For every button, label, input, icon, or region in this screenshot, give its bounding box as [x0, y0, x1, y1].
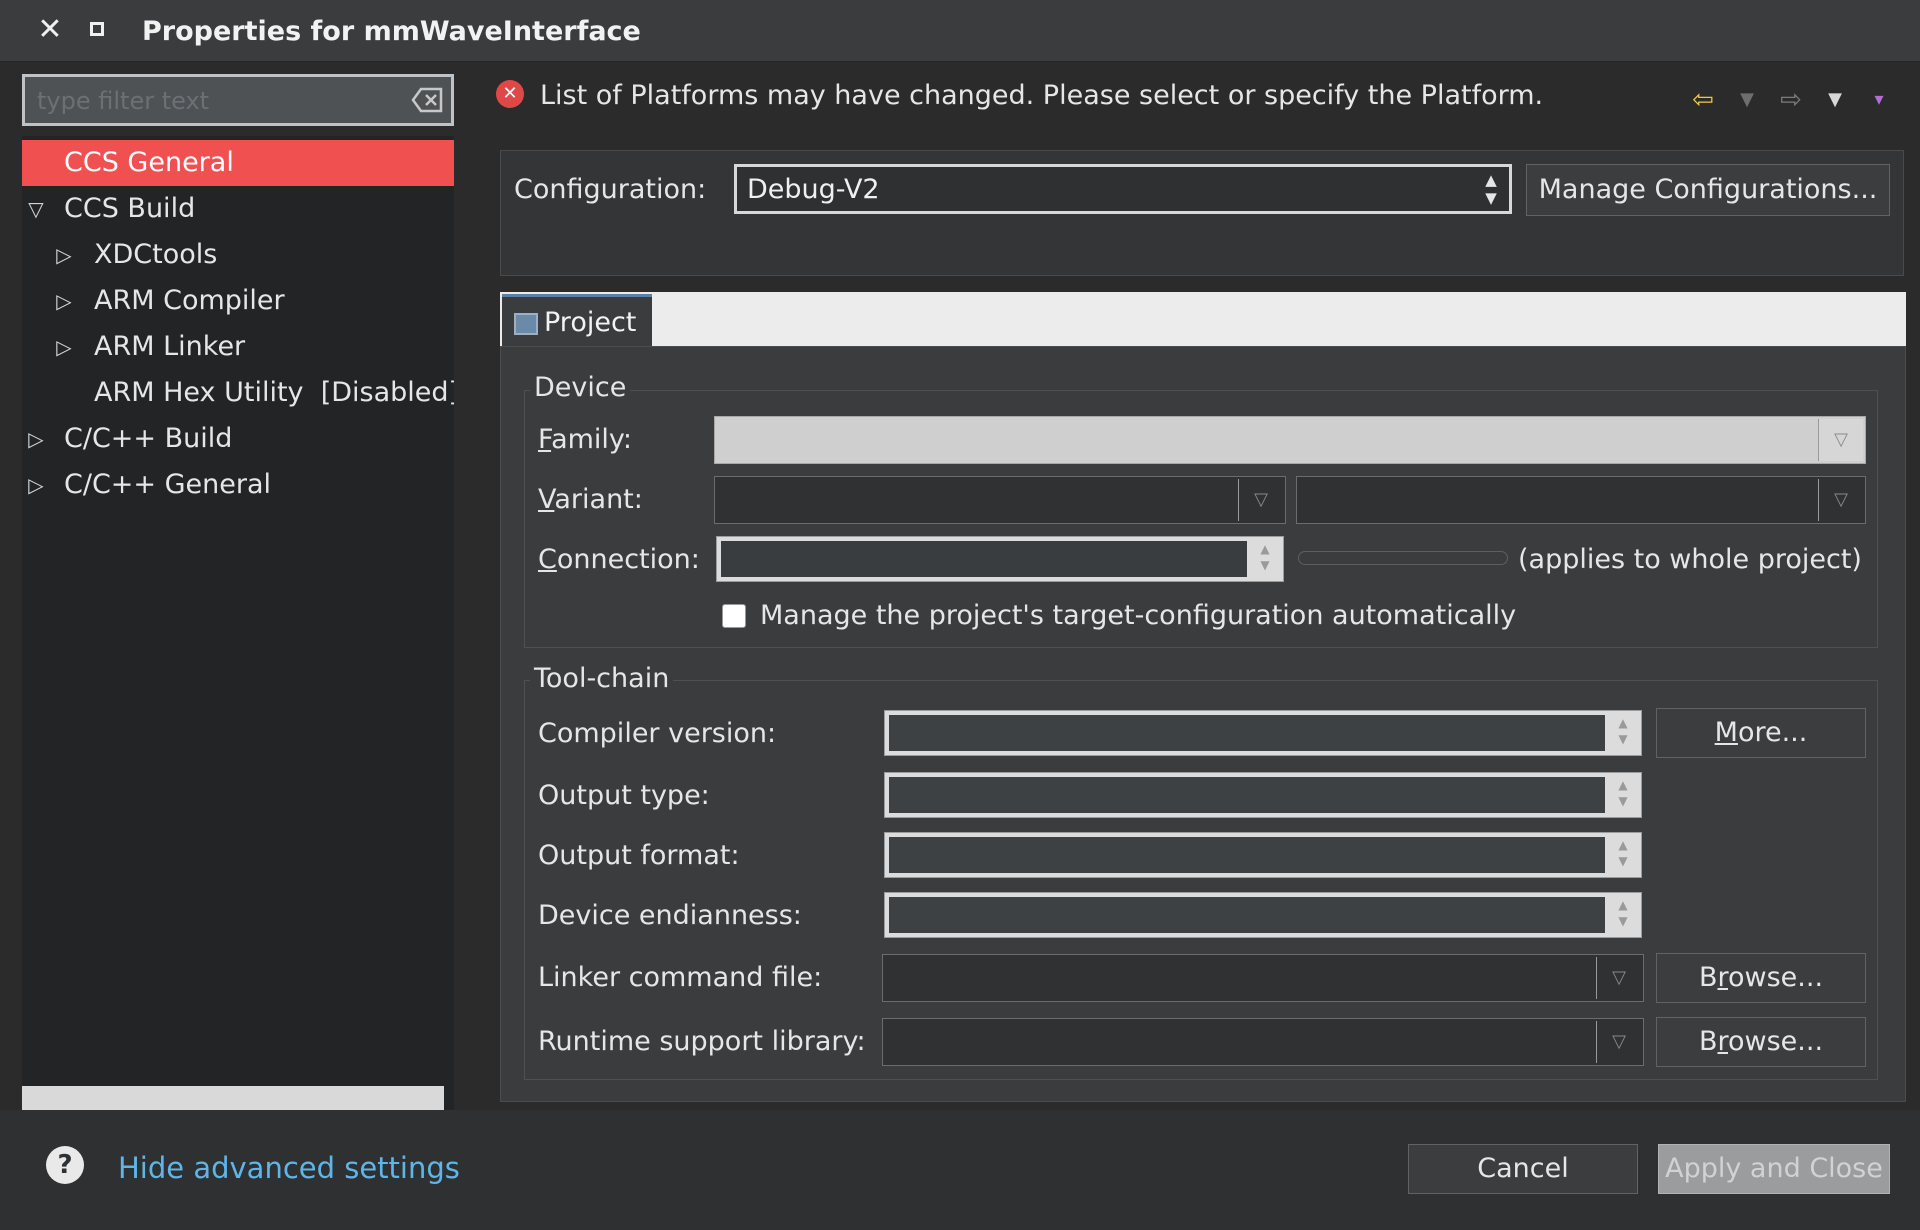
variant-select[interactable]: ▽	[1296, 476, 1866, 524]
dropdown-arrow-icon[interactable]: ▽	[1818, 419, 1863, 461]
tree-item-arm-linker[interactable]: ▷ ARM Linker	[22, 324, 454, 370]
tab-strip	[500, 292, 1906, 346]
error-icon: ✕	[496, 80, 524, 108]
tab-label: Project	[544, 307, 637, 338]
hide-advanced-settings-link[interactable]: Hide advanced settings	[118, 1148, 460, 1188]
dropdown-arrow-icon[interactable]: ▽	[1238, 479, 1283, 521]
tree-item-label: ARM Compiler	[94, 285, 285, 316]
collapsed-triangle-icon[interactable]: ▷	[24, 416, 48, 462]
view-menu-icon[interactable]: ▾	[1862, 84, 1896, 116]
family-label: Family:	[538, 424, 633, 455]
expanded-triangle-icon[interactable]: ▽	[24, 186, 48, 232]
connection-select[interactable]: ▲ ▼	[716, 536, 1284, 582]
back-arrow-icon[interactable]: ⇦	[1686, 84, 1720, 116]
linker-command-file-label: Linker command file:	[538, 962, 823, 993]
dropdown-arrow-icon[interactable]: ▽	[1818, 479, 1863, 521]
project-icon	[514, 313, 538, 335]
close-icon[interactable]: ✕	[34, 10, 66, 50]
tab-project[interactable]: Project	[502, 294, 652, 348]
device-endianness-label: Device endianness:	[538, 900, 802, 931]
help-icon[interactable]: ?	[46, 1146, 84, 1184]
maximize-icon[interactable]	[84, 16, 112, 44]
runtime-support-library-label: Runtime support library:	[538, 1026, 866, 1057]
toolchain-group-title: Tool-chain	[530, 661, 674, 697]
spinner-arrows-icon[interactable]: ▲ ▼	[1251, 541, 1279, 577]
tree-item-ccs-build[interactable]: ▽ CCS Build	[22, 186, 454, 232]
connection-note: (applies to whole project)	[1518, 544, 1862, 575]
tree-item-label: C/C++ Build	[64, 423, 233, 454]
spinner-arrows-icon[interactable]: ▲ ▼	[1479, 171, 1503, 209]
compiler-version-label: Compiler version:	[538, 718, 777, 749]
tree-item-label: CCS General	[64, 147, 234, 178]
dropdown-arrow-icon[interactable]: ▽	[1596, 1021, 1641, 1063]
connection-label: Connection:	[538, 544, 700, 575]
filter-field	[22, 74, 454, 126]
tree-item-xdctools[interactable]: ▷ XDCtools	[22, 232, 454, 278]
configuration-select[interactable]: Debug-V2 ▲ ▼	[734, 164, 1512, 214]
output-format-label: Output format:	[538, 840, 740, 871]
variant-family-select[interactable]: ▽	[714, 476, 1286, 524]
forward-arrow-icon[interactable]: ⇨	[1774, 84, 1808, 116]
configuration-value: Debug-V2	[747, 174, 880, 205]
spinner-arrows-icon[interactable]: ▲ ▼	[1609, 715, 1637, 751]
output-type-label: Output type:	[538, 780, 710, 811]
spinner-arrows-icon[interactable]: ▲ ▼	[1609, 837, 1637, 873]
apply-and-close-button[interactable]: Apply and Close	[1658, 1144, 1890, 1194]
window-title: Properties for mmWaveInterface	[142, 16, 641, 47]
family-select[interactable]: ▽	[714, 416, 1866, 464]
output-type-select[interactable]: ▲ ▼	[884, 772, 1642, 818]
forward-history-dropdown-icon[interactable]: ▼	[1818, 84, 1852, 116]
back-history-dropdown-icon[interactable]: ▼	[1730, 84, 1764, 116]
error-message: List of Platforms may have changed. Plea…	[540, 80, 1544, 111]
tree-item-ccs-general[interactable]: CCS General	[22, 140, 454, 186]
manage-target-config-checkbox[interactable]	[722, 604, 746, 628]
browse-runtime-button[interactable]: Browse...	[1656, 1017, 1866, 1067]
collapsed-triangle-icon[interactable]: ▷	[24, 462, 48, 508]
tree-item-cpp-general[interactable]: ▷ C/C++ General	[22, 462, 454, 508]
tree-item-cpp-build[interactable]: ▷ C/C++ Build	[22, 416, 454, 462]
runtime-support-library-select[interactable]: ▽	[882, 1018, 1644, 1066]
manage-configurations-button[interactable]: Manage Configurations...	[1526, 164, 1890, 216]
linker-command-file-select[interactable]: ▽	[882, 954, 1644, 1002]
tree-item-label: CCS Build	[64, 193, 196, 224]
compiler-version-select[interactable]: ▲ ▼	[884, 710, 1642, 756]
variant-label: Variant:	[538, 484, 643, 515]
spinner-arrows-icon[interactable]: ▲ ▼	[1609, 777, 1637, 813]
connection-status-bar	[1298, 551, 1508, 565]
configuration-label: Configuration:	[514, 174, 707, 205]
output-format-select[interactable]: ▲ ▼	[884, 832, 1642, 878]
tree-item-label: XDCtools	[94, 239, 218, 270]
collapsed-triangle-icon[interactable]: ▷	[52, 278, 76, 324]
browse-linker-button[interactable]: Browse...	[1656, 953, 1866, 1003]
cancel-button[interactable]: Cancel	[1408, 1144, 1638, 1194]
collapsed-triangle-icon[interactable]: ▷	[52, 324, 76, 370]
tree-item-label: ARM Hex Utility [Disabled]	[94, 377, 454, 408]
dropdown-arrow-icon[interactable]: ▽	[1596, 957, 1641, 999]
filter-input[interactable]	[35, 83, 399, 119]
manage-target-config-label: Manage the project's target-configuratio…	[760, 600, 1517, 631]
device-endianness-select[interactable]: ▲ ▼	[884, 892, 1642, 938]
clear-filter-icon[interactable]	[411, 86, 443, 114]
spinner-arrows-icon[interactable]: ▲ ▼	[1609, 897, 1637, 933]
tree-horizontal-scrollbar[interactable]	[22, 1086, 454, 1110]
tree-item-label: C/C++ General	[64, 469, 272, 500]
device-group-title: Device	[530, 370, 631, 406]
collapsed-triangle-icon[interactable]: ▷	[52, 232, 76, 278]
tree-item-arm-hex-utility[interactable]: ARM Hex Utility [Disabled]	[22, 370, 454, 416]
preferences-tree[interactable]: CCS General ▽ CCS Build ▷ XDCtools ▷ ARM…	[22, 136, 454, 1086]
tree-item-label: ARM Linker	[94, 331, 246, 362]
more-button[interactable]: More...	[1656, 708, 1866, 758]
tree-item-arm-compiler[interactable]: ▷ ARM Compiler	[22, 278, 454, 324]
